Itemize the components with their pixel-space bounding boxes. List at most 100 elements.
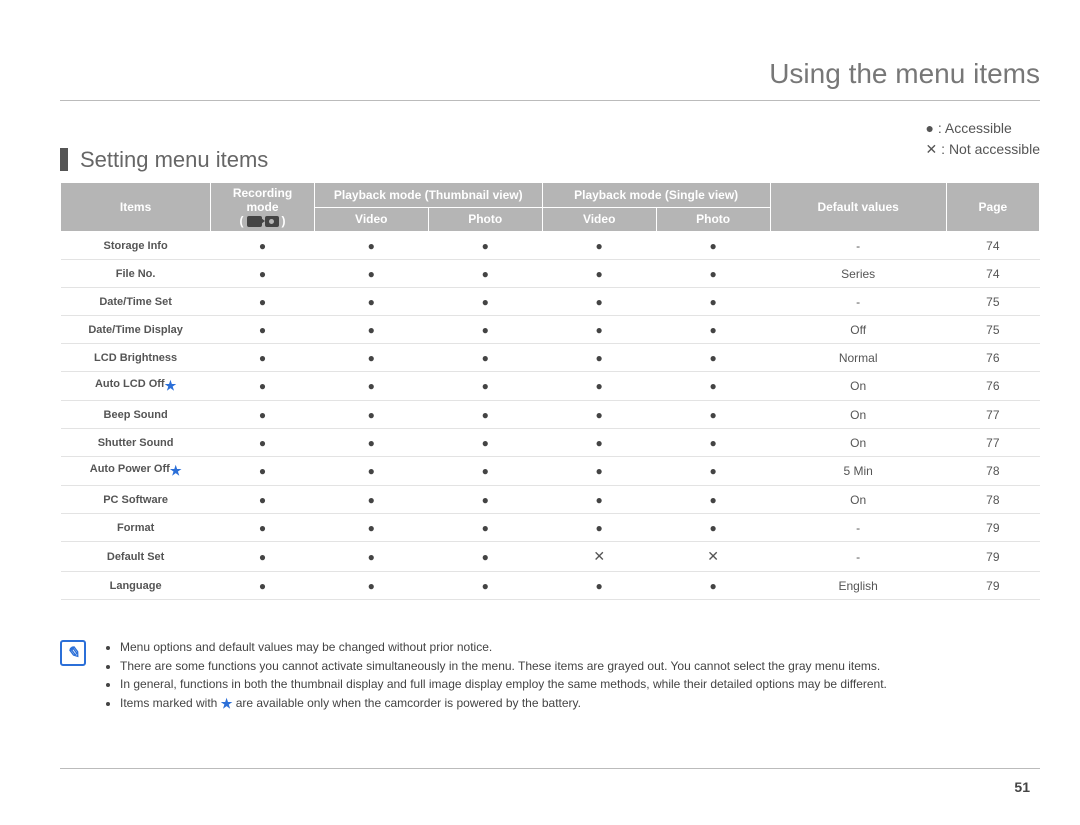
not-accessible-x-icon: ✕ <box>593 548 605 564</box>
accessible-dot-icon: ● <box>482 521 489 535</box>
star-icon: ★ <box>170 463 182 478</box>
accessible-dot-icon: ● <box>368 436 375 450</box>
accessible-dot-icon: ● <box>710 408 717 422</box>
mode-cell: ● <box>211 344 315 372</box>
table-row: Language●●●●●English79 <box>61 572 1040 600</box>
note-item: There are some functions you cannot acti… <box>120 657 887 676</box>
accessible-dot-icon: ● <box>482 493 489 507</box>
mode-cell: ● <box>211 232 315 260</box>
mode-cell: ● <box>656 260 770 288</box>
default-value-cell: - <box>770 232 946 260</box>
page-ref-cell: 79 <box>946 514 1039 542</box>
accessible-dot-icon: ● <box>596 579 603 593</box>
default-value-cell: Normal <box>770 344 946 372</box>
mode-cell: ● <box>656 429 770 457</box>
item-name-cell: Shutter Sound <box>61 429 211 457</box>
video-icon <box>247 216 262 227</box>
mode-cell: ✕ <box>656 542 770 572</box>
accessible-dot-icon: ● <box>482 436 489 450</box>
accessible-dot-icon: ● <box>710 267 717 281</box>
mode-cell: ● <box>656 486 770 514</box>
not-accessible-x-icon: ✕ <box>707 548 719 564</box>
mode-cell: ● <box>428 542 542 572</box>
mode-cell: ● <box>211 572 315 600</box>
table-row: File No.●●●●●Series74 <box>61 260 1040 288</box>
th-recording-mode: Recording mode ( ) <box>211 183 315 232</box>
mode-cell: ● <box>211 316 315 344</box>
page-ref-cell: 74 <box>946 232 1039 260</box>
item-name-cell: PC Software <box>61 486 211 514</box>
accessible-dot-icon: ● <box>368 239 375 253</box>
accessible-dot-icon: ● <box>368 408 375 422</box>
accessible-dot-icon: ● <box>259 379 266 393</box>
mode-cell: ● <box>542 372 656 401</box>
accessible-dot-icon: ● <box>259 579 266 593</box>
accessible-dot-icon: ● <box>710 521 717 535</box>
accessible-dot-icon: ● <box>596 464 603 478</box>
item-name-cell: Date/Time Display <box>61 316 211 344</box>
mode-cell: ● <box>211 457 315 486</box>
mode-cell: ● <box>428 344 542 372</box>
notes-list: Menu options and default values may be c… <box>102 638 887 714</box>
accessible-dot-icon: ● <box>482 579 489 593</box>
note-item: In general, functions in both the thumbn… <box>120 675 887 694</box>
mode-cell: ● <box>428 260 542 288</box>
title-rule <box>60 100 1040 101</box>
mode-cell: ● <box>314 344 428 372</box>
mode-cell: ● <box>314 372 428 401</box>
mode-cell: ● <box>656 288 770 316</box>
mode-cell: ● <box>314 316 428 344</box>
accessible-dot-icon: ● <box>710 379 717 393</box>
mode-cell: ● <box>542 572 656 600</box>
default-value-cell: English <box>770 572 946 600</box>
mode-cell: ● <box>542 486 656 514</box>
mode-cell: ● <box>314 429 428 457</box>
page-ref-cell: 79 <box>946 572 1039 600</box>
note-icon: ✎ <box>60 640 86 666</box>
legend-accessible: ● : Accessible <box>926 118 1040 139</box>
accessible-dot-icon: ● <box>482 267 489 281</box>
accessible-dot-icon: ● <box>368 295 375 309</box>
accessible-dot-icon: ● <box>259 436 266 450</box>
page-ref-cell: 77 <box>946 401 1039 429</box>
mode-cell: ● <box>314 288 428 316</box>
star-icon: ★ <box>221 696 233 711</box>
mode-cell: ● <box>542 401 656 429</box>
accessible-dot-icon: ● <box>368 493 375 507</box>
mode-cell: ● <box>314 457 428 486</box>
accessible-dot-icon: ● <box>710 464 717 478</box>
default-value-cell: 5 Min <box>770 457 946 486</box>
mode-cell: ● <box>211 514 315 542</box>
page-number: 51 <box>1014 779 1030 795</box>
th-single-photo: Photo <box>656 207 770 232</box>
item-name-cell: Date/Time Set <box>61 288 211 316</box>
accessible-dot-icon: ● <box>482 379 489 393</box>
mode-cell: ● <box>656 572 770 600</box>
mode-cell: ● <box>428 372 542 401</box>
accessible-dot-icon: ● <box>482 550 489 564</box>
accessible-dot-icon: ● <box>368 351 375 365</box>
accessible-dot-icon: ● <box>596 239 603 253</box>
mode-cell: ● <box>314 260 428 288</box>
item-name-cell: File No. <box>61 260 211 288</box>
accessible-dot-icon: ● <box>710 295 717 309</box>
mode-cell: ● <box>211 429 315 457</box>
accessible-dot-icon: ● <box>259 295 266 309</box>
item-name-cell: Default Set <box>61 542 211 572</box>
mode-cell: ● <box>542 288 656 316</box>
mode-cell: ● <box>428 429 542 457</box>
mode-cell: ● <box>428 572 542 600</box>
mode-cell: ● <box>428 457 542 486</box>
page-ref-cell: 77 <box>946 429 1039 457</box>
accessible-dot-icon: ● <box>368 323 375 337</box>
page-ref-cell: 78 <box>946 486 1039 514</box>
page-ref-cell: 75 <box>946 316 1039 344</box>
item-name-cell: Language <box>61 572 211 600</box>
accessible-dot-icon: ● <box>710 493 717 507</box>
accessible-dot-icon: ● <box>482 408 489 422</box>
accessible-dot-icon: ● <box>259 239 266 253</box>
star-icon: ★ <box>165 378 177 393</box>
th-thumbnail: Playback mode (Thumbnail view) <box>314 183 542 208</box>
mode-cell: ● <box>211 486 315 514</box>
default-value-cell: On <box>770 401 946 429</box>
